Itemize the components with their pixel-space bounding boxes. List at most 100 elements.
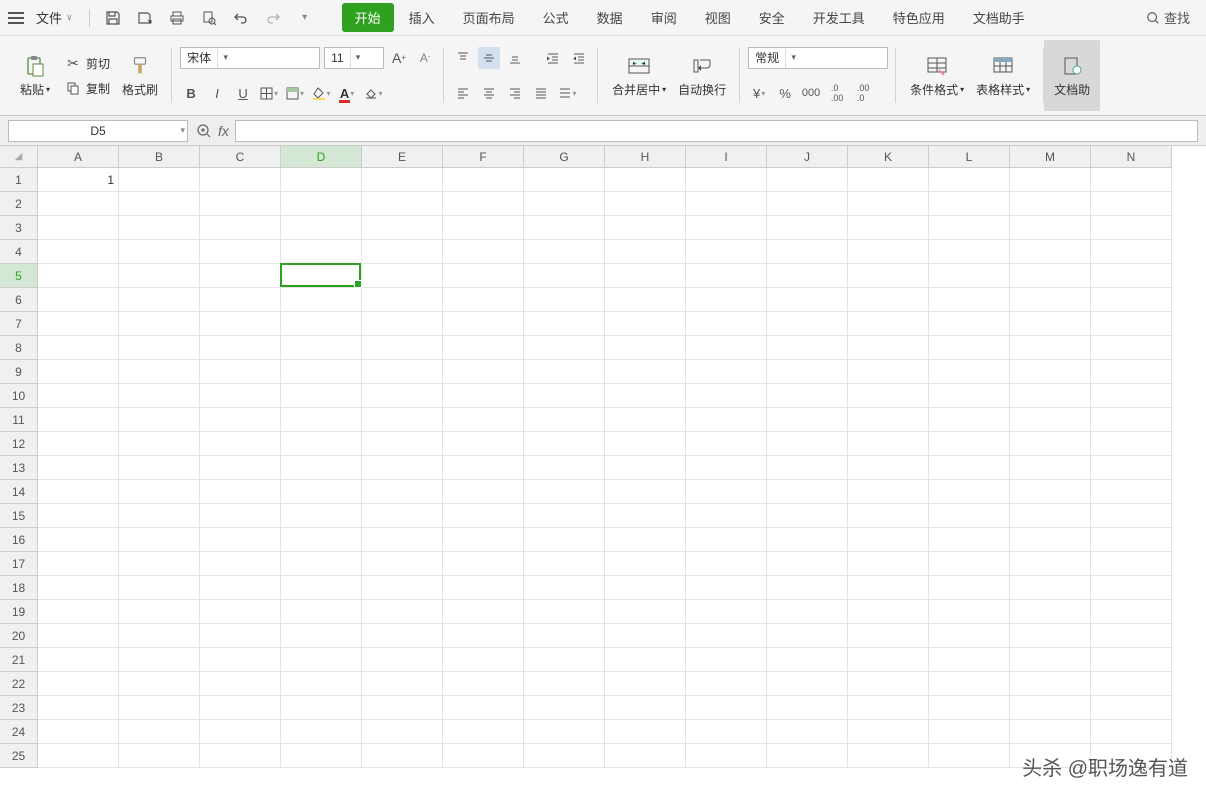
- col-header-I[interactable]: I: [686, 146, 767, 168]
- cell-G7[interactable]: [524, 312, 605, 336]
- cell-F10[interactable]: [443, 384, 524, 408]
- col-header-G[interactable]: G: [524, 146, 605, 168]
- increase-font-button[interactable]: A+: [388, 47, 410, 69]
- cell-C17[interactable]: [200, 552, 281, 576]
- col-header-K[interactable]: K: [848, 146, 929, 168]
- cell-F8[interactable]: [443, 336, 524, 360]
- cell-J8[interactable]: [767, 336, 848, 360]
- cell-J16[interactable]: [767, 528, 848, 552]
- cell-M10[interactable]: [1010, 384, 1091, 408]
- cell-N8[interactable]: [1091, 336, 1172, 360]
- cell-D20[interactable]: [281, 624, 362, 648]
- tab-security[interactable]: 安全: [746, 3, 798, 32]
- cell-C20[interactable]: [200, 624, 281, 648]
- row-header-16[interactable]: 16: [0, 528, 38, 552]
- cell-D8[interactable]: [281, 336, 362, 360]
- font-color-button[interactable]: A: [336, 82, 358, 104]
- cell-M18[interactable]: [1010, 576, 1091, 600]
- formula-input[interactable]: [235, 120, 1198, 142]
- conditional-format-button[interactable]: 条件格式▾: [904, 51, 970, 100]
- cell-D18[interactable]: [281, 576, 362, 600]
- cell-N22[interactable]: [1091, 672, 1172, 696]
- percent-button[interactable]: %: [774, 82, 796, 104]
- cell-I16[interactable]: [686, 528, 767, 552]
- col-header-M[interactable]: M: [1010, 146, 1091, 168]
- cell-B1[interactable]: [119, 168, 200, 192]
- cell-G18[interactable]: [524, 576, 605, 600]
- cell-E24[interactable]: [362, 720, 443, 744]
- cell-E11[interactable]: [362, 408, 443, 432]
- cell-F15[interactable]: [443, 504, 524, 528]
- cell-N11[interactable]: [1091, 408, 1172, 432]
- tab-review[interactable]: 审阅: [638, 3, 690, 32]
- cell-H2[interactable]: [605, 192, 686, 216]
- cell-J13[interactable]: [767, 456, 848, 480]
- cell-C23[interactable]: [200, 696, 281, 720]
- cell-I9[interactable]: [686, 360, 767, 384]
- cell-I4[interactable]: [686, 240, 767, 264]
- chevron-down-icon[interactable]: ▾: [785, 48, 801, 68]
- cell-G11[interactable]: [524, 408, 605, 432]
- cell-N1[interactable]: [1091, 168, 1172, 192]
- font-name-combo[interactable]: 宋体▾: [180, 47, 320, 69]
- cell-H25[interactable]: [605, 744, 686, 768]
- increase-decimal-button[interactable]: .0.00: [826, 82, 848, 104]
- cell-I17[interactable]: [686, 552, 767, 576]
- cell-D1[interactable]: [281, 168, 362, 192]
- cell-M21[interactable]: [1010, 648, 1091, 672]
- cell-K8[interactable]: [848, 336, 929, 360]
- cell-A21[interactable]: [38, 648, 119, 672]
- cell-D19[interactable]: [281, 600, 362, 624]
- cell-L2[interactable]: [929, 192, 1010, 216]
- cell-J20[interactable]: [767, 624, 848, 648]
- cell-N15[interactable]: [1091, 504, 1172, 528]
- cell-E20[interactable]: [362, 624, 443, 648]
- cell-N17[interactable]: [1091, 552, 1172, 576]
- undo-button[interactable]: [228, 5, 254, 31]
- cell-N12[interactable]: [1091, 432, 1172, 456]
- cell-G24[interactable]: [524, 720, 605, 744]
- cell-C5[interactable]: [200, 264, 281, 288]
- cell-A15[interactable]: [38, 504, 119, 528]
- cell-E1[interactable]: [362, 168, 443, 192]
- cell-J6[interactable]: [767, 288, 848, 312]
- cell-E21[interactable]: [362, 648, 443, 672]
- cell-I5[interactable]: [686, 264, 767, 288]
- cell-D4[interactable]: [281, 240, 362, 264]
- col-header-A[interactable]: A: [38, 146, 119, 168]
- save-button[interactable]: [100, 5, 126, 31]
- cell-F13[interactable]: [443, 456, 524, 480]
- tab-formula[interactable]: 公式: [530, 3, 582, 32]
- cell-I12[interactable]: [686, 432, 767, 456]
- cell-H16[interactable]: [605, 528, 686, 552]
- cell-B19[interactable]: [119, 600, 200, 624]
- row-header-10[interactable]: 10: [0, 384, 38, 408]
- col-header-F[interactable]: F: [443, 146, 524, 168]
- cell-G5[interactable]: [524, 264, 605, 288]
- cell-K21[interactable]: [848, 648, 929, 672]
- currency-button[interactable]: ¥: [748, 82, 770, 104]
- row-header-6[interactable]: 6: [0, 288, 38, 312]
- cell-F20[interactable]: [443, 624, 524, 648]
- align-left-button[interactable]: [452, 82, 474, 104]
- cell-J17[interactable]: [767, 552, 848, 576]
- cell-I19[interactable]: [686, 600, 767, 624]
- cell-K23[interactable]: [848, 696, 929, 720]
- cell-A9[interactable]: [38, 360, 119, 384]
- cell-J12[interactable]: [767, 432, 848, 456]
- cell-F3[interactable]: [443, 216, 524, 240]
- cell-I18[interactable]: [686, 576, 767, 600]
- row-header-3[interactable]: 3: [0, 216, 38, 240]
- tab-data[interactable]: 数据: [584, 3, 636, 32]
- row-header-21[interactable]: 21: [0, 648, 38, 672]
- cell-N10[interactable]: [1091, 384, 1172, 408]
- cell-I13[interactable]: [686, 456, 767, 480]
- cell-H11[interactable]: [605, 408, 686, 432]
- cell-L21[interactable]: [929, 648, 1010, 672]
- cell-F2[interactable]: [443, 192, 524, 216]
- cell-H9[interactable]: [605, 360, 686, 384]
- cell-N2[interactable]: [1091, 192, 1172, 216]
- cell-N6[interactable]: [1091, 288, 1172, 312]
- cell-D12[interactable]: [281, 432, 362, 456]
- cell-I11[interactable]: [686, 408, 767, 432]
